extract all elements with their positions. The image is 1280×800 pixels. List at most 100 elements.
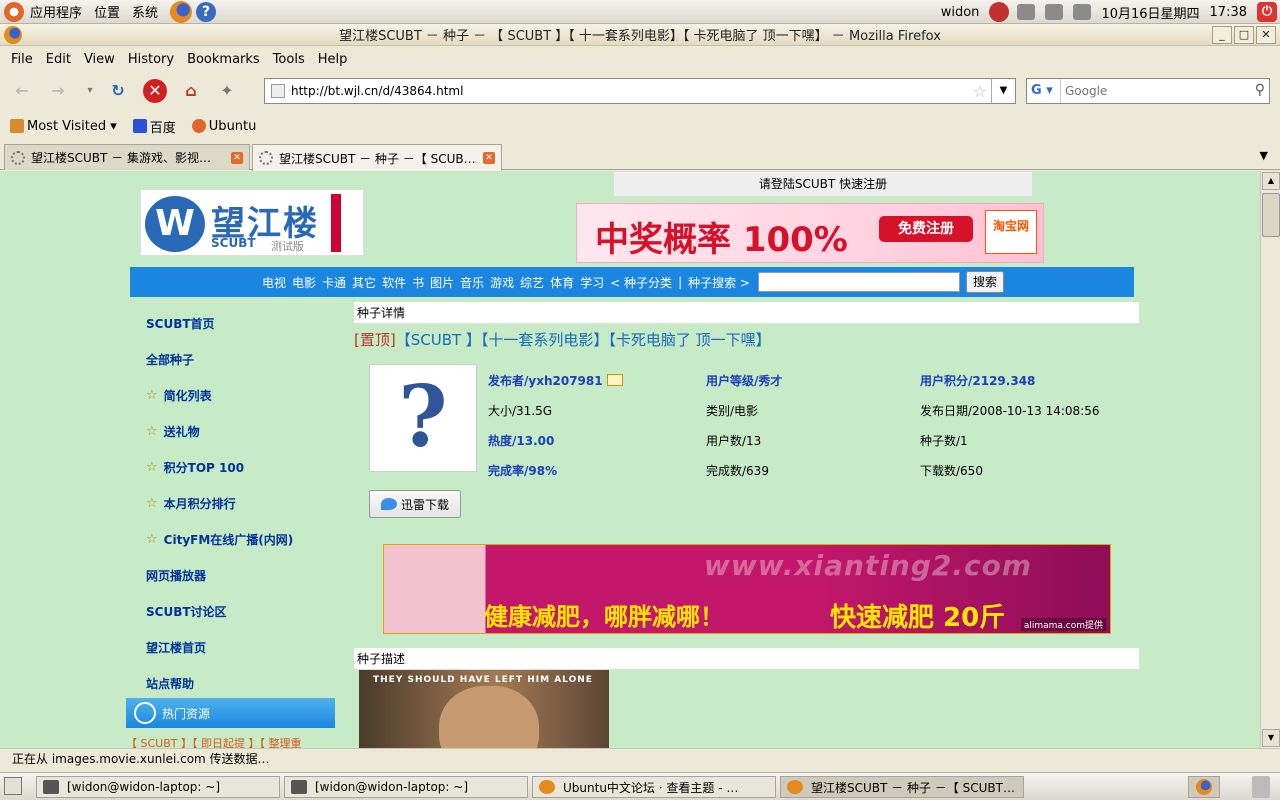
help-launcher-icon[interactable]: ? — [196, 1, 217, 22]
addon-icon[interactable]: ✦ — [215, 79, 239, 103]
nav-study[interactable]: 学习 — [580, 274, 604, 291]
network-icon[interactable] — [989, 2, 1010, 22]
uploader-link[interactable]: 发布者/yxh207981 — [488, 372, 623, 389]
minimize-button[interactable]: _ — [1212, 26, 1232, 44]
stop-button[interactable]: ✕ — [143, 79, 167, 103]
history-dropdown-button[interactable]: ▾ — [78, 79, 102, 103]
url-dropdown-button[interactable]: ▼ — [991, 79, 1015, 103]
sidebar-item-home[interactable]: SCUBT首页 — [126, 305, 336, 341]
search-input[interactable] — [1061, 84, 1241, 98]
sidebar-item-top100[interactable]: ☆ 积分TOP 100 — [126, 449, 336, 485]
url-text[interactable]: http://bt.wjl.cn/d/43864.html — [291, 84, 463, 98]
nav-game[interactable]: 游戏 — [490, 274, 514, 291]
menu-tools[interactable]: Tools — [273, 52, 305, 67]
sidebar-item-gift[interactable]: ☆ 送礼物 — [126, 413, 336, 449]
sidebar-item-all-torrents[interactable]: 全部种子 — [126, 341, 336, 377]
ubuntu-logo-icon[interactable] — [4, 1, 24, 22]
search-bar[interactable]: G ▾ ⚲ — [1026, 78, 1270, 104]
taskbar-scubt[interactable]: 望江楼SCUBT － 种子 －【 SCUBT… — [780, 776, 1024, 798]
bookmark-star-icon[interactable]: ☆ — [973, 82, 987, 101]
url-bar[interactable]: http://bt.wjl.cn/d/43864.html ☆ ▼ — [264, 78, 1016, 104]
bookmark-ubuntu[interactable]: Ubuntu — [191, 119, 256, 134]
tray-firefox-icon[interactable] — [1188, 776, 1220, 798]
printer-icon[interactable] — [1017, 4, 1036, 20]
nav-sports[interactable]: 体育 — [550, 274, 574, 291]
menu-help[interactable]: Help — [318, 52, 348, 67]
mail-icon[interactable] — [606, 374, 623, 386]
torrent-search-input[interactable] — [757, 272, 960, 292]
bookmark-baidu[interactable]: 百度 — [132, 117, 176, 136]
nav-category-toggle[interactable]: < 种子分类 — [610, 274, 672, 291]
date-display[interactable]: 10月16日星期四 — [1101, 3, 1199, 22]
scroll-thumb[interactable] — [1262, 193, 1280, 237]
tab-list-button[interactable]: ▼ — [1260, 149, 1268, 162]
nav-tv[interactable]: 电视 — [262, 274, 286, 291]
sidebar-item-monthly-rank[interactable]: ☆ 本月积分排行 — [126, 485, 336, 521]
nav-variety[interactable]: 综艺 — [520, 274, 544, 291]
nav-movie[interactable]: 电影 — [292, 274, 316, 291]
scroll-up-arrow[interactable]: ▲ — [1262, 172, 1280, 190]
tab-scubt-torrent[interactable]: 望江楼SCUBT － 种子 －【 SCUB… ✕ — [252, 144, 502, 171]
sidebar-item-web-player[interactable]: 网页播放器 — [126, 557, 336, 593]
trash-icon[interactable] — [1252, 776, 1270, 798]
taskbar-terminal-1[interactable]: [widon@widon-laptop: ~] — [36, 776, 280, 798]
menu-bookmarks[interactable]: Bookmarks — [187, 52, 260, 67]
taskbar-ubuntu-forum[interactable]: Ubuntu中文论坛 · 查看主题 - … — [532, 776, 776, 798]
maximize-button[interactable]: □ — [1234, 26, 1254, 44]
scroll-down-arrow[interactable]: ▼ — [1262, 729, 1280, 747]
thunder-download-button[interactable]: 迅雷下载 — [369, 490, 461, 518]
firefox-launcher-icon[interactable] — [170, 0, 193, 23]
nav-software[interactable]: 软件 — [382, 274, 406, 291]
hot-resource-item[interactable]: 【 SCUBT 】【 即日起提 】【 整理重 — [126, 735, 336, 748]
close-tab-icon[interactable]: ✕ — [483, 152, 495, 164]
bookmarks-toolbar: Most Visited ▾ 百度 Ubuntu — [0, 112, 1280, 140]
applications-menu[interactable]: 应用程序 — [30, 2, 82, 21]
power-icon[interactable]: ⏻ — [1257, 2, 1277, 22]
sidebar-item-forum[interactable]: SCUBT讨论区 — [126, 593, 336, 629]
nav-other[interactable]: 其它 — [352, 274, 376, 291]
torrent-search-button[interactable]: 搜索 — [965, 271, 1004, 293]
window-titlebar[interactable]: 望江楼SCUBT － 种子 － 【 SCUBT 】【 十一套系列电影】【 卡死电… — [0, 24, 1280, 46]
volume-icon[interactable] — [1073, 4, 1092, 20]
nav-picture[interactable]: 图片 — [430, 274, 454, 291]
taskbar-terminal-2[interactable]: [widon@widon-laptop: ~] — [284, 776, 528, 798]
system-menu[interactable]: 系统 — [132, 2, 158, 21]
nav-search-toggle[interactable]: 种子搜索 > — [688, 274, 750, 291]
nav-cartoon[interactable]: 卡通 — [322, 274, 346, 291]
sidebar-item-wjl-home[interactable]: 望江楼首页 — [126, 629, 336, 665]
reload-button[interactable]: ↻ — [106, 79, 130, 103]
forward-button[interactable]: → — [46, 79, 70, 103]
home-button[interactable]: ⌂ — [179, 79, 203, 103]
search-icon[interactable]: ⚲ — [1255, 82, 1265, 98]
search-engine-selector[interactable]: G ▾ — [1027, 79, 1061, 103]
vertical-scrollbar[interactable]: ▲ ▼ — [1260, 171, 1280, 748]
site-logo[interactable]: W 望江楼 SCUBT 测试版 — [140, 189, 364, 256]
diet-banner-ad[interactable]: www.xianting2.com 健康减肥，哪胖减哪！ 快速减肥 20斤 al… — [383, 544, 1111, 634]
taobao-banner-ad[interactable]: 中奖概率 100% 免费注册 淘宝网 — [576, 203, 1044, 263]
menu-edit[interactable]: Edit — [46, 52, 71, 67]
back-button[interactable]: ← — [10, 79, 34, 103]
login-strip[interactable]: 请登陆SCUBT 快速注册 — [613, 171, 1033, 197]
nav-book[interactable]: 书 — [412, 274, 424, 291]
places-menu[interactable]: 位置 — [94, 2, 120, 21]
bookmark-most-visited[interactable]: Most Visited ▾ — [10, 119, 117, 134]
close-window-button[interactable]: ✕ — [1256, 26, 1276, 44]
nav-music[interactable]: 音乐 — [460, 274, 484, 291]
menu-view[interactable]: View — [84, 52, 115, 67]
clock[interactable]: 17:38 — [1210, 5, 1247, 20]
tab-scubt-home[interactable]: 望江楼SCUBT － 集游戏、影视… ✕ — [4, 144, 250, 170]
firefox-window-icon[interactable] — [4, 26, 22, 44]
sidebar-item-simple-list[interactable]: ☆ 简化列表 — [126, 377, 336, 413]
menu-file[interactable]: File — [11, 52, 33, 67]
sidebar-item-help[interactable]: 站点帮助 — [126, 665, 336, 701]
ad-register-button[interactable]: 免费注册 — [879, 216, 973, 242]
display-icon[interactable] — [1045, 4, 1064, 20]
show-desktop-button[interactable] — [4, 777, 22, 795]
firefox-icon — [539, 780, 555, 794]
username[interactable]: widon — [941, 5, 980, 20]
menu-history[interactable]: History — [128, 52, 174, 67]
thunder-bird-icon — [380, 498, 397, 510]
sidebar-item-cityfm[interactable]: ☆ CityFM在线广播(内网) — [126, 521, 336, 557]
close-tab-icon[interactable]: ✕ — [231, 152, 243, 164]
site-identity-icon[interactable] — [271, 84, 285, 98]
